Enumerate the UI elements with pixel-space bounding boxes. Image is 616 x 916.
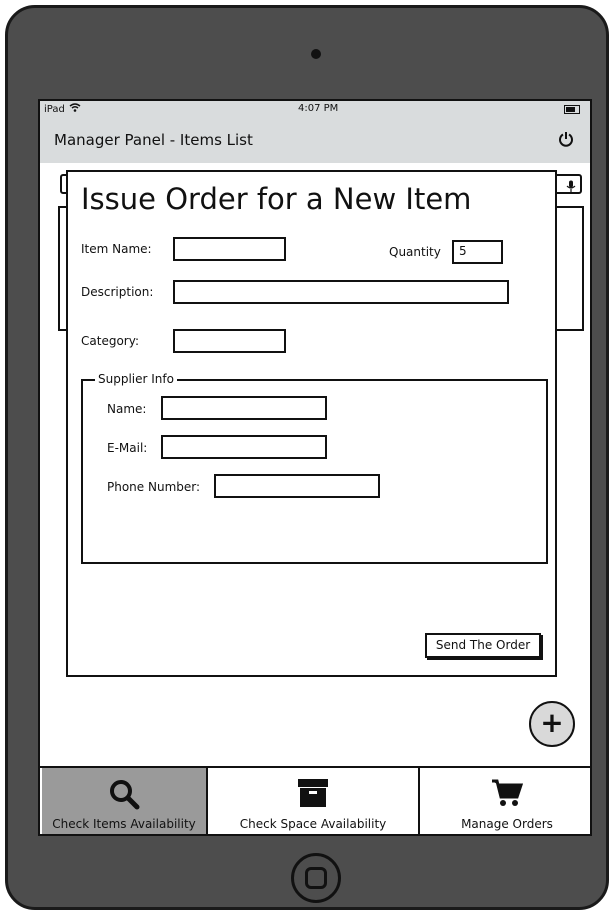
item-name-label: Item Name:	[81, 242, 152, 256]
quantity-field[interactable]: 5	[452, 240, 503, 264]
tab-label: Check Space Availability	[239, 817, 387, 831]
battery-icon	[564, 105, 580, 114]
quantity-label: Quantity	[389, 245, 441, 259]
description-field[interactable]	[173, 280, 509, 304]
page-title: Manager Panel - Items List	[54, 131, 253, 149]
tab-label: Check Items Availability	[52, 817, 196, 831]
power-icon[interactable]	[558, 131, 574, 147]
add-item-button[interactable]: +	[529, 701, 575, 747]
supplier-name-label: Name:	[107, 402, 147, 416]
status-time: 4:07 PM	[298, 103, 339, 114]
shopping-cart-icon	[491, 778, 524, 811]
home-square-icon	[305, 867, 327, 889]
tab-check-items-availability[interactable]: Check Items Availability	[42, 768, 208, 834]
camera-dot	[311, 49, 321, 59]
status-bar: iPad 4:07 PM	[40, 101, 590, 119]
supplier-phone-field[interactable]	[214, 474, 380, 498]
issue-order-dialog: Issue Order for a New Item Item Name: Qu…	[66, 170, 557, 677]
search-icon	[108, 778, 140, 813]
send-order-button[interactable]: Send The Order	[425, 633, 541, 658]
item-name-field[interactable]	[173, 237, 286, 261]
archive-box-icon	[297, 778, 329, 811]
tab-bar: Check Items Availability Check Space Ava…	[40, 766, 590, 834]
supplier-phone-label: Phone Number:	[107, 480, 201, 494]
supplier-info-legend: Supplier Info	[95, 372, 177, 386]
wifi-icon	[69, 103, 81, 115]
tab-manage-orders[interactable]: Manage Orders	[420, 768, 590, 834]
nav-bar: Manager Panel - Items List	[40, 119, 590, 163]
supplier-info-group: Supplier Info Name: E-Mail: Phone Number…	[81, 372, 548, 564]
dialog-title: Issue Order for a New Item	[81, 182, 472, 216]
supplier-email-field[interactable]	[161, 435, 327, 459]
description-label: Description:	[81, 285, 154, 299]
carrier-label: iPad	[44, 103, 65, 115]
tab-check-space-availability[interactable]: Check Space Availability	[208, 768, 420, 834]
tab-label: Manage Orders	[461, 817, 553, 831]
microphone-icon[interactable]	[566, 178, 576, 197]
plus-icon: +	[540, 706, 564, 739]
category-field[interactable]	[173, 329, 286, 353]
supplier-name-field[interactable]	[161, 396, 327, 420]
category-label: Category:	[81, 334, 139, 348]
carrier: iPad	[44, 103, 81, 115]
supplier-email-label: E-Mail:	[107, 441, 148, 455]
home-button[interactable]	[291, 853, 341, 903]
